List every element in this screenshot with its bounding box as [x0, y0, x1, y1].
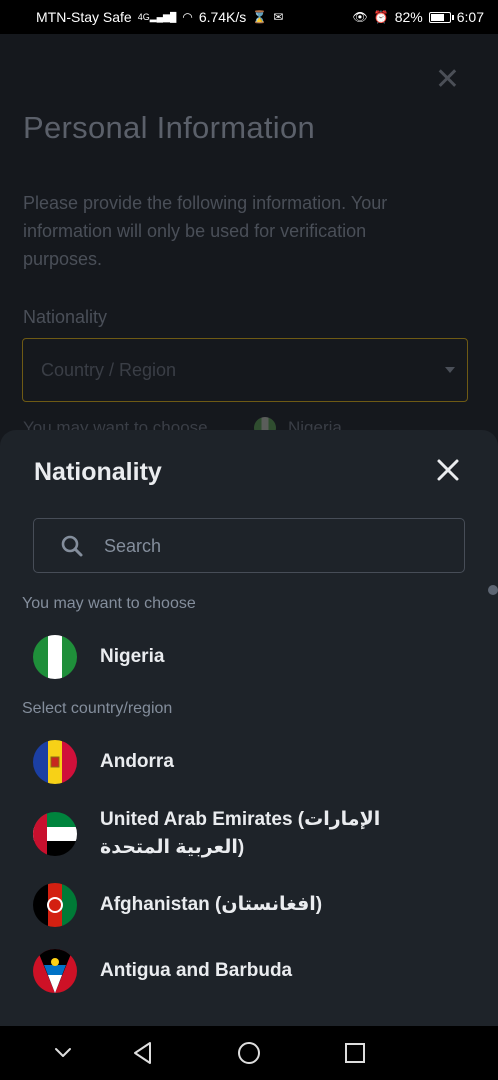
- country-item-andorra[interactable]: Andorra: [0, 735, 498, 791]
- nationality-select[interactable]: Country / Region: [22, 338, 468, 402]
- andorra-flag-icon: [33, 740, 77, 784]
- search-input[interactable]: [102, 531, 446, 561]
- nationality-sheet: Nationality You may want to choose Niger…: [0, 430, 498, 1026]
- network-type: 4G: [137, 11, 150, 22]
- search-box[interactable]: [33, 518, 465, 573]
- carrier-name: MTN-Stay Safe: [36, 9, 132, 25]
- status-right: 👁 ⏰ 82% 6:07: [353, 9, 484, 25]
- hourglass-icon: ⌛: [252, 10, 268, 24]
- country-item-antigua[interactable]: Antigua and Barbuda: [0, 949, 498, 1005]
- country-name: Antigua and Barbuda: [100, 960, 293, 981]
- scrollbar-thumb[interactable]: [488, 585, 498, 595]
- navigation-bar: [0, 1026, 498, 1080]
- search-icon: [61, 535, 83, 557]
- recents-icon[interactable]: [342, 1040, 368, 1066]
- alarm-icon: ⏰: [373, 10, 389, 24]
- select-placeholder: Country / Region: [41, 360, 177, 380]
- suggested-label: You may want to choose: [22, 595, 196, 612]
- afghanistan-flag-icon: [33, 883, 77, 927]
- clock: 6:07: [456, 9, 484, 25]
- antigua-flag-icon: [33, 949, 77, 993]
- country-item-uae[interactable]: United Arab Emirates (الإمارات العربية ا…: [0, 806, 498, 874]
- page-title: Personal Information: [23, 110, 316, 145]
- country-name: Nigeria: [100, 646, 165, 667]
- uae-flag-icon: [33, 812, 77, 856]
- page-description: Please provide the following information…: [23, 193, 388, 269]
- home-icon[interactable]: [236, 1040, 262, 1066]
- battery-fill: [430, 13, 444, 21]
- battery-icon: [428, 11, 454, 23]
- nigeria-flag-icon: [33, 635, 77, 679]
- country-name: Andorra: [100, 751, 174, 772]
- country-item-afghanistan[interactable]: Afghanistan (افغانستان): [0, 883, 498, 939]
- country-item-nigeria[interactable]: Nigeria: [0, 630, 498, 686]
- network-speed: 6.74K/s: [198, 9, 247, 25]
- chevron-down-icon[interactable]: [50, 1040, 76, 1066]
- all-countries-label: Select country/region: [22, 700, 173, 717]
- close-icon[interactable]: [436, 458, 460, 482]
- battery-percent: 82%: [394, 9, 423, 25]
- caret-down-icon: [445, 367, 455, 373]
- country-name: United Arab Emirates (الإمارات العربية ا…: [100, 809, 381, 858]
- wifi-icon: ◠: [182, 10, 193, 24]
- mail-icon: ✉: [273, 10, 284, 24]
- eye-icon: 👁: [352, 10, 368, 24]
- back-icon[interactable]: [130, 1040, 156, 1066]
- signal-icon: 4G▂▄▆█: [137, 11, 177, 22]
- sheet-title: Nationality: [34, 458, 162, 486]
- status-bar: MTN-Stay Safe 4G▂▄▆█ ◠ 6.74K/s ⌛ ✉ 👁 ⏰ 8…: [0, 0, 498, 34]
- country-name: Afghanistan (افغانستان): [100, 894, 323, 915]
- status-left: MTN-Stay Safe 4G▂▄▆█ ◠ 6.74K/s ⌛ ✉: [36, 9, 283, 25]
- page-close-icon[interactable]: ✕: [435, 62, 460, 97]
- nationality-label: Nationality: [23, 307, 108, 327]
